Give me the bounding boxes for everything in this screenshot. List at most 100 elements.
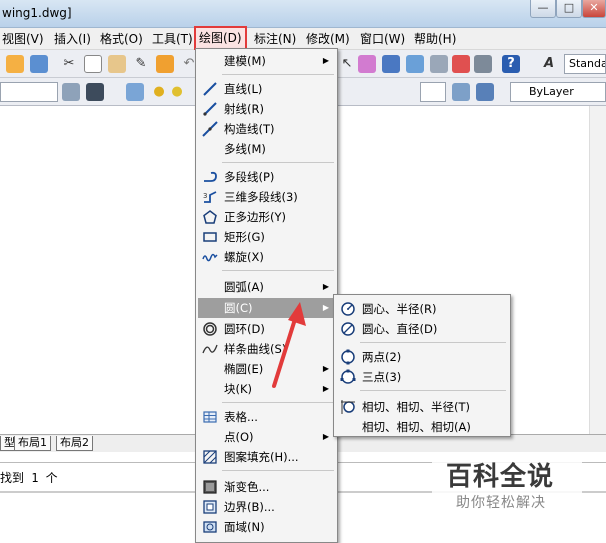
menu-item-region[interactable]: 面域(N) <box>198 517 335 537</box>
draw-menu: 建模(M) ▶ 直线(L) 射线(R) 构造线(T) 多线(M) 多段线(P) … <box>195 48 338 543</box>
menu-dimension[interactable]: 标注(N) <box>254 31 296 47</box>
title-bar: wing1.dwg] — □ ✕ <box>0 0 606 28</box>
layer-properties-icon[interactable] <box>126 83 144 101</box>
design-center-icon[interactable] <box>382 55 400 73</box>
copy-icon[interactable] <box>84 55 102 73</box>
circle-2point-icon <box>341 349 355 365</box>
submenu-item-center-diameter[interactable]: 圆心、直径(D) <box>336 319 508 339</box>
markup-icon[interactable] <box>452 55 470 73</box>
submenu-arrow-icon: ▶ <box>322 432 329 441</box>
submenu-item-label: 圆心、直径(D) <box>362 322 438 336</box>
menu-bar: 视图(V) 插入(I) 格式(O) 工具(T) 绘图(D) 标注(N) 修改(M… <box>0 26 606 50</box>
polygon-icon <box>203 210 217 224</box>
menu-draw[interactable]: 绘图(D) <box>194 26 247 50</box>
tool-palettes-icon[interactable] <box>406 55 424 73</box>
menu-item-3d-polyline[interactable]: 3 三维多段线(3) <box>198 187 335 207</box>
construction-line-icon <box>202 121 218 137</box>
menu-item-label: 边界(B)... <box>224 500 275 514</box>
menu-item-label: 直线(L) <box>224 82 263 96</box>
paste-icon[interactable] <box>108 55 126 73</box>
menu-item-modeling[interactable]: 建模(M) ▶ <box>198 51 335 71</box>
vertical-scrollbar[interactable] <box>589 106 606 436</box>
tab-layout2[interactable]: 布局2 <box>56 436 93 451</box>
close-button[interactable]: ✕ <box>582 0 606 18</box>
menu-item-arc[interactable]: 圆弧(A) ▶ <box>198 277 335 297</box>
menu-item-rectangle[interactable]: 矩形(G) <box>198 227 335 247</box>
menu-item-ray[interactable]: 射线(R) <box>198 99 335 119</box>
layer-icon[interactable] <box>86 83 104 101</box>
menu-item-multiline[interactable]: 多线(M) <box>198 139 335 159</box>
layer-previous-icon[interactable] <box>476 83 494 101</box>
publish-icon[interactable] <box>30 55 48 73</box>
menu-item-label: 构造线(T) <box>224 122 275 136</box>
menu-item-table[interactable]: 表格... <box>198 407 335 427</box>
submenu-arrow-icon: ▶ <box>322 364 329 373</box>
submenu-item-ttt[interactable]: 相切、相切、相切(A) <box>336 417 508 437</box>
make-current-icon[interactable] <box>452 83 470 101</box>
circle-3point-icon <box>340 369 356 384</box>
tab-layout1[interactable]: 布局1 <box>14 436 51 451</box>
menu-item-label: 建模(M) <box>224 54 266 68</box>
circle-ttr-icon <box>341 400 355 414</box>
table-icon <box>203 411 217 423</box>
menu-item-hatch[interactable]: 图案填充(H)... <box>198 447 335 467</box>
submenu-item-3point[interactable]: 三点(3) <box>336 367 508 387</box>
properties-icon[interactable] <box>358 55 376 73</box>
match-properties-icon[interactable]: ✎ <box>132 55 150 73</box>
submenu-item-label: 相切、相切、相切(A) <box>362 420 471 434</box>
menu-format[interactable]: 格式(O) <box>100 31 143 47</box>
cut-icon[interactable]: ✂ <box>60 55 78 73</box>
menu-item-helix[interactable]: 螺旋(X) <box>198 247 335 267</box>
watermark: 百科全说 助你轻松解决 <box>432 452 582 518</box>
submenu-arrow-icon: ▶ <box>322 384 329 393</box>
menu-item-boundary[interactable]: 边界(B)... <box>198 497 335 517</box>
lightbulb-icon[interactable]: ● <box>150 83 168 101</box>
layer-combo[interactable] <box>420 82 446 102</box>
maximize-button[interactable]: □ <box>556 0 582 18</box>
help-icon[interactable]: ? <box>502 55 520 73</box>
menu-item-point[interactable]: 点(O) ▶ <box>198 427 335 447</box>
submenu-arrow-icon: ▶ <box>322 56 329 65</box>
menu-separator <box>222 74 334 75</box>
menu-item-label: 块(K) <box>224 382 253 396</box>
pan-icon[interactable]: ↖ <box>338 55 356 73</box>
submenu-item-center-radius[interactable]: 圆心、半径(R) <box>336 299 508 319</box>
menu-item-polygon[interactable]: 正多边形(Y) <box>198 207 335 227</box>
workspace-combo[interactable] <box>0 82 58 102</box>
submenu-item-2point[interactable]: 两点(2) <box>336 347 508 367</box>
menu-window[interactable]: 窗口(W) <box>360 31 405 47</box>
menu-separator <box>222 470 334 471</box>
minimize-button[interactable]: — <box>530 0 556 18</box>
sheet-set-icon[interactable] <box>430 55 448 73</box>
menu-modify[interactable]: 修改(M) <box>306 31 350 47</box>
menu-insert[interactable]: 插入(I) <box>54 31 91 47</box>
submenu-item-label: 圆心、半径(R) <box>362 302 437 316</box>
menu-item-construction-line[interactable]: 构造线(T) <box>198 119 335 139</box>
calculator-icon[interactable] <box>474 55 492 73</box>
menu-tools[interactable]: 工具(T) <box>152 31 193 47</box>
menu-help[interactable]: 帮助(H) <box>414 31 456 47</box>
menu-view[interactable]: 视图(V) <box>2 31 44 47</box>
sun-icon[interactable]: ● <box>168 83 186 101</box>
submenu-item-label: 相切、相切、半径(T) <box>362 400 470 414</box>
menu-item-gradient[interactable]: 渐变色... <box>198 477 335 497</box>
menu-item-polyline[interactable]: 多段线(P) <box>198 167 335 187</box>
text-style-combo[interactable]: Standar <box>564 54 606 74</box>
spline-icon <box>202 344 218 354</box>
menu-item-line[interactable]: 直线(L) <box>198 79 335 99</box>
menu-item-label: 圆环(D) <box>224 322 265 336</box>
menu-item-label: 螺旋(X) <box>224 250 264 264</box>
submenu-item-ttr[interactable]: 相切、相切、半径(T) <box>336 397 508 417</box>
window-title: wing1.dwg] <box>2 6 72 20</box>
menu-item-label: 多段线(P) <box>224 170 275 184</box>
submenu-item-label: 三点(3) <box>362 370 402 384</box>
menu-item-label: 射线(R) <box>224 102 264 116</box>
block-editor-icon[interactable] <box>156 55 174 73</box>
submenu-arrow-icon: ▶ <box>322 282 329 291</box>
svg-text:3: 3 <box>203 192 207 200</box>
watermark-subtitle: 助你轻松解决 <box>456 495 546 511</box>
open-icon[interactable] <box>6 55 24 73</box>
menu-item-label: 表格... <box>224 410 258 424</box>
layer-state-icon[interactable] <box>62 83 80 101</box>
color-combo[interactable]: ByLayer <box>510 82 606 102</box>
